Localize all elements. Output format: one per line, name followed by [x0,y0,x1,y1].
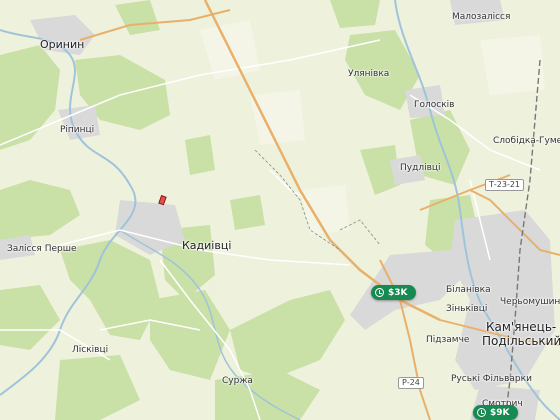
place-label-liskivtsi: Лісківці [72,345,109,355]
price-pin-label: $3K [388,287,408,298]
place-label-malozalissya: Малозалісся [452,12,511,22]
place-label-holoskiv: Голосків [414,100,455,110]
place-label-zinkivtsi: Зіньківці [446,304,488,314]
price-pin[interactable]: $3K [371,285,416,300]
place-label-kamianets-2: Подільський [482,334,560,348]
place-label-surzha: Суржа [222,376,253,386]
clock-icon [375,288,384,297]
map-base-layer [0,0,560,420]
place-label-kadyivtsi: Кадиівці [182,239,232,252]
place-label-pidzamche: Підзамче [426,335,470,345]
place-label-bilanivka: Біланівка [446,285,491,295]
place-label-kamianets-1: Кам'янець- [486,320,557,334]
map-view[interactable]: Малозалісся Оринин Улянівка Голосків Сло… [0,0,560,420]
clock-icon [477,408,486,417]
place-label-zalissya: Залісся Перше [7,244,77,254]
place-label-pudlivtsi: Пудлівці [400,163,441,173]
place-label-oryniny: Оринин [40,38,85,51]
place-label-ulianivka: Улянівка [348,69,390,79]
place-label-rypyntsi: Рiпинцi [60,125,95,135]
place-label-chornomushyn: Черьомушин [500,297,560,307]
place-label-slobidka: Слобідка-Гуменецька [493,136,560,146]
road-shield-r24: Р-24 [398,377,424,389]
place-label-ruski-filvarky: Руські Фільварки [451,374,532,384]
road-shield-t2321: Т-23-21 [485,179,525,191]
price-pin-label: $9K [490,407,510,418]
price-pin[interactable]: $9K [473,405,518,420]
